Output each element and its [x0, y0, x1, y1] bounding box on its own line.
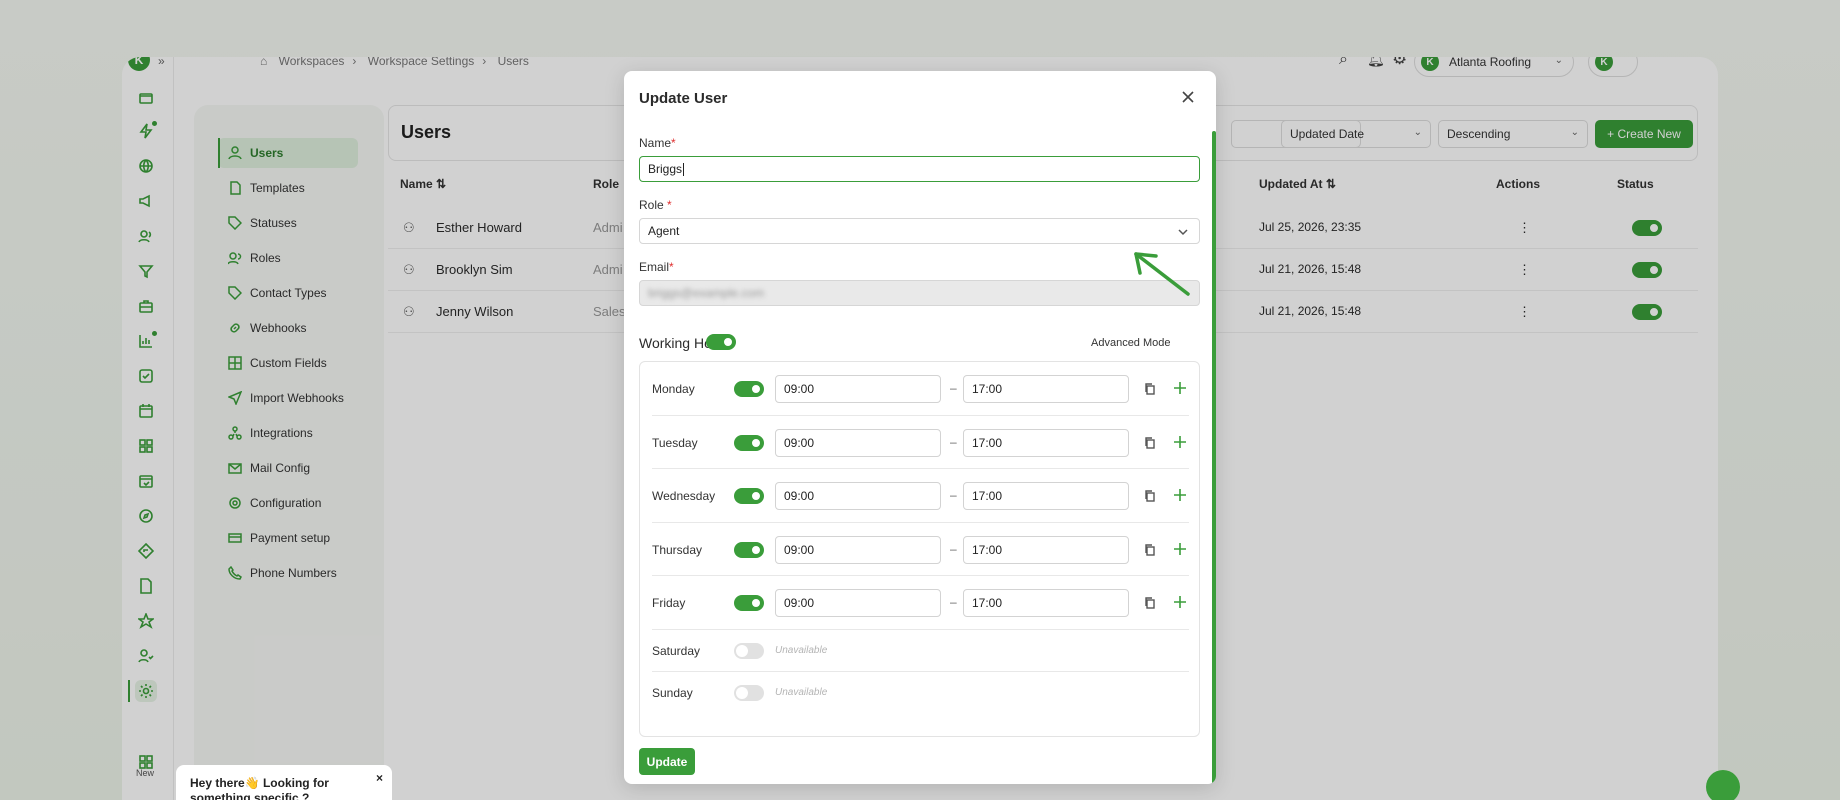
range-separator: –: [950, 595, 957, 609]
end-time-input[interactable]: 17:00: [963, 589, 1129, 617]
range-separator: –: [950, 542, 957, 556]
day-name: Monday: [652, 382, 695, 396]
close-icon[interactable]: [1180, 89, 1196, 105]
range-separator: –: [950, 435, 957, 449]
chat-widget-bubble[interactable]: Hey there👋 Looking for something specifi…: [176, 765, 392, 800]
email-label: Email*: [639, 260, 674, 274]
working-hours-panel: Monday 09:00 – 17:00 Tuesday 09:00 – 17:…: [639, 361, 1200, 737]
start-time-input[interactable]: 09:00: [775, 589, 941, 617]
copy-icon[interactable]: [1144, 596, 1158, 610]
day-name: Friday: [652, 596, 686, 610]
add-icon[interactable]: [1173, 595, 1187, 609]
day-name: Wednesday: [652, 489, 716, 503]
copy-icon[interactable]: [1144, 543, 1158, 557]
start-time-input[interactable]: 09:00: [775, 482, 941, 510]
modal-title: Update User: [639, 90, 728, 107]
help-launcher-button[interactable]: [1706, 770, 1740, 800]
day-name: Saturday: [652, 644, 701, 658]
day-enabled-toggle[interactable]: [734, 542, 764, 558]
day-row-thursday: Thursday 09:00 – 17:00: [652, 523, 1189, 576]
name-field[interactable]: Briggs: [639, 156, 1200, 182]
unavailable-label: Unavailable: [775, 687, 828, 698]
start-time-input[interactable]: 09:00: [775, 429, 941, 457]
start-time-input[interactable]: 09:00: [775, 375, 941, 403]
day-name: Sunday: [652, 686, 693, 700]
add-icon[interactable]: [1173, 542, 1187, 556]
copy-icon[interactable]: [1144, 436, 1158, 450]
email-field: briggs@example.com: [639, 280, 1200, 306]
role-select[interactable]: Agent: [639, 218, 1200, 244]
day-row-wednesday: Wednesday 09:00 – 17:00: [652, 469, 1189, 523]
add-icon[interactable]: [1173, 488, 1187, 502]
end-time-input[interactable]: 17:00: [963, 536, 1129, 564]
range-separator: –: [950, 488, 957, 502]
day-enabled-toggle[interactable]: [734, 435, 764, 451]
day-row-friday: Friday 09:00 – 17:00: [652, 576, 1189, 630]
add-icon[interactable]: [1173, 381, 1187, 395]
day-name: Thursday: [652, 543, 703, 557]
modal-scrollbar[interactable]: [1212, 131, 1216, 784]
chat-close-icon[interactable]: ×: [376, 771, 383, 786]
start-time-input[interactable]: 09:00: [775, 536, 941, 564]
chevron-down-icon: [1177, 226, 1189, 241]
advanced-mode-toggle[interactable]: [706, 334, 736, 350]
range-separator: –: [950, 381, 957, 395]
day-row-monday: Monday 09:00 – 17:00: [652, 362, 1189, 416]
end-time-input[interactable]: 17:00: [963, 429, 1129, 457]
end-time-input[interactable]: 17:00: [963, 482, 1129, 510]
name-label: Name*: [639, 136, 676, 150]
update-button[interactable]: Update: [639, 748, 695, 775]
role-label: Role *: [639, 198, 672, 212]
day-enabled-toggle[interactable]: [734, 643, 764, 659]
day-enabled-toggle[interactable]: [734, 381, 764, 397]
end-time-input[interactable]: 17:00: [963, 375, 1129, 403]
day-row-tuesday: Tuesday 09:00 – 17:00: [652, 416, 1189, 469]
unavailable-label: Unavailable: [775, 645, 828, 656]
day-enabled-toggle[interactable]: [734, 488, 764, 504]
copy-icon[interactable]: [1144, 382, 1158, 396]
day-enabled-toggle[interactable]: [734, 685, 764, 701]
day-name: Tuesday: [652, 436, 698, 450]
chat-text: Hey there👋 Looking for something specifi…: [190, 776, 329, 800]
annotation-arrow-icon: [1134, 252, 1190, 296]
copy-icon[interactable]: [1144, 489, 1158, 503]
advanced-mode-label: Advanced Mode: [1091, 337, 1171, 349]
day-enabled-toggle[interactable]: [734, 595, 764, 611]
update-user-modal: Update User Name* Briggs Role * Agent Em…: [624, 71, 1216, 784]
add-icon[interactable]: [1173, 435, 1187, 449]
day-row-saturday: Saturday Unavailable: [652, 630, 1189, 672]
day-row-sunday: Sunday Unavailable: [652, 672, 1189, 714]
